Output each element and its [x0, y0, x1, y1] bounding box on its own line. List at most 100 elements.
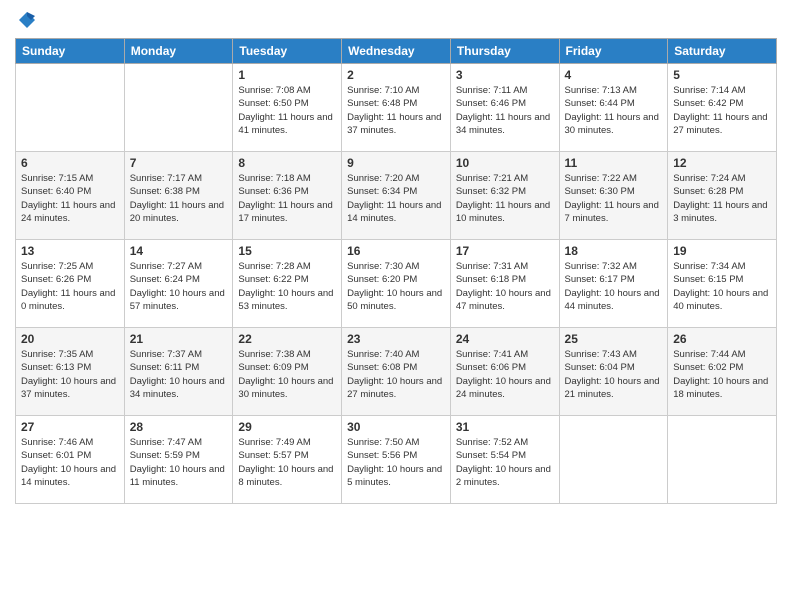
weekday-header: Saturday	[668, 39, 777, 64]
day-number: 10	[456, 156, 554, 170]
day-number: 23	[347, 332, 445, 346]
day-number: 28	[130, 420, 228, 434]
calendar-cell: 30 Sunrise: 7:50 AM Sunset: 5:56 PM Dayli…	[342, 416, 451, 504]
day-number: 15	[238, 244, 336, 258]
day-number: 18	[565, 244, 663, 258]
day-info: Sunrise: 7:18 AM Sunset: 6:36 PM Dayligh…	[238, 172, 336, 225]
logo-text	[15, 10, 37, 30]
calendar: SundayMondayTuesdayWednesdayThursdayFrid…	[15, 38, 777, 504]
logo-icon	[17, 10, 37, 30]
calendar-cell: 17 Sunrise: 7:31 AM Sunset: 6:18 PM Dayli…	[450, 240, 559, 328]
calendar-week-row: 13 Sunrise: 7:25 AM Sunset: 6:26 PM Dayli…	[16, 240, 777, 328]
weekday-header: Tuesday	[233, 39, 342, 64]
calendar-cell: 16Sunrise: 7:30 AM Sunset: 6:20 PM Dayli…	[342, 240, 451, 328]
day-number: 7	[130, 156, 228, 170]
day-number: 3	[456, 68, 554, 82]
day-number: 17	[456, 244, 554, 258]
calendar-cell: 20 Sunrise: 7:35 AM Sunset: 6:13 PM Dayli…	[16, 328, 125, 416]
day-number: 30	[347, 420, 445, 434]
calendar-cell: 22Sunrise: 7:38 AM Sunset: 6:09 PM Dayli…	[233, 328, 342, 416]
day-info: Sunrise: 7:31 AM Sunset: 6:18 PM Dayligh…	[456, 260, 554, 313]
calendar-cell: 4Sunrise: 7:13 AM Sunset: 6:44 PM Daylig…	[559, 64, 668, 152]
day-number: 25	[565, 332, 663, 346]
day-info: Sunrise: 7:14 AM Sunset: 6:42 PM Dayligh…	[673, 84, 771, 137]
calendar-cell: 23 Sunrise: 7:40 AM Sunset: 6:08 PM Dayli…	[342, 328, 451, 416]
day-info: Sunrise: 7:49 AM Sunset: 5:57 PM Dayligh…	[238, 436, 336, 489]
day-number: 9	[347, 156, 445, 170]
day-number: 22	[238, 332, 336, 346]
day-number: 8	[238, 156, 336, 170]
day-number: 24	[456, 332, 554, 346]
weekday-header: Thursday	[450, 39, 559, 64]
calendar-cell: 27Sunrise: 7:46 AM Sunset: 6:01 PM Dayli…	[16, 416, 125, 504]
calendar-cell: 15 Sunrise: 7:28 AM Sunset: 6:22 PM Dayli…	[233, 240, 342, 328]
day-number: 26	[673, 332, 771, 346]
calendar-cell: 14Sunrise: 7:27 AM Sunset: 6:24 PM Dayli…	[124, 240, 233, 328]
calendar-week-row: 20 Sunrise: 7:35 AM Sunset: 6:13 PM Dayli…	[16, 328, 777, 416]
calendar-cell: 13 Sunrise: 7:25 AM Sunset: 6:26 PM Dayli…	[16, 240, 125, 328]
calendar-cell: 1Sunrise: 7:08 AM Sunset: 6:50 PM Daylig…	[233, 64, 342, 152]
calendar-cell: 29 Sunrise: 7:49 AM Sunset: 5:57 PM Dayli…	[233, 416, 342, 504]
calendar-cell: 5 Sunrise: 7:14 AM Sunset: 6:42 PM Daylig…	[668, 64, 777, 152]
calendar-cell: 3Sunrise: 7:11 AM Sunset: 6:46 PM Daylig…	[450, 64, 559, 152]
day-number: 13	[21, 244, 119, 258]
weekday-header: Wednesday	[342, 39, 451, 64]
day-info: Sunrise: 7:44 AM Sunset: 6:02 PM Dayligh…	[673, 348, 771, 401]
weekday-header: Sunday	[16, 39, 125, 64]
weekday-row: SundayMondayTuesdayWednesdayThursdayFrid…	[16, 39, 777, 64]
day-info: Sunrise: 7:22 AM Sunset: 6:30 PM Dayligh…	[565, 172, 663, 225]
weekday-header: Monday	[124, 39, 233, 64]
calendar-cell: 8 Sunrise: 7:18 AM Sunset: 6:36 PM Daylig…	[233, 152, 342, 240]
day-info: Sunrise: 7:30 AM Sunset: 6:20 PM Dayligh…	[347, 260, 445, 313]
day-info: Sunrise: 7:20 AM Sunset: 6:34 PM Dayligh…	[347, 172, 445, 225]
day-number: 20	[21, 332, 119, 346]
day-info: Sunrise: 7:21 AM Sunset: 6:32 PM Dayligh…	[456, 172, 554, 225]
calendar-cell	[16, 64, 125, 152]
day-number: 31	[456, 420, 554, 434]
calendar-body: 1Sunrise: 7:08 AM Sunset: 6:50 PM Daylig…	[16, 64, 777, 504]
day-number: 12	[673, 156, 771, 170]
day-info: Sunrise: 7:40 AM Sunset: 6:08 PM Dayligh…	[347, 348, 445, 401]
day-number: 6	[21, 156, 119, 170]
calendar-cell: 25 Sunrise: 7:43 AM Sunset: 6:04 PM Dayli…	[559, 328, 668, 416]
calendar-cell: 24 Sunrise: 7:41 AM Sunset: 6:06 PM Dayli…	[450, 328, 559, 416]
day-info: Sunrise: 7:08 AM Sunset: 6:50 PM Dayligh…	[238, 84, 336, 137]
calendar-cell: 6 Sunrise: 7:15 AM Sunset: 6:40 PM Daylig…	[16, 152, 125, 240]
day-info: Sunrise: 7:34 AM Sunset: 6:15 PM Dayligh…	[673, 260, 771, 313]
day-info: Sunrise: 7:37 AM Sunset: 6:11 PM Dayligh…	[130, 348, 228, 401]
weekday-header: Friday	[559, 39, 668, 64]
day-number: 19	[673, 244, 771, 258]
day-info: Sunrise: 7:47 AM Sunset: 5:59 PM Dayligh…	[130, 436, 228, 489]
day-info: Sunrise: 7:15 AM Sunset: 6:40 PM Dayligh…	[21, 172, 119, 225]
calendar-cell: 12Sunrise: 7:24 AM Sunset: 6:28 PM Dayli…	[668, 152, 777, 240]
day-number: 2	[347, 68, 445, 82]
day-number: 27	[21, 420, 119, 434]
calendar-cell: 19 Sunrise: 7:34 AM Sunset: 6:15 PM Dayli…	[668, 240, 777, 328]
day-number: 5	[673, 68, 771, 82]
calendar-cell: 21Sunrise: 7:37 AM Sunset: 6:11 PM Dayli…	[124, 328, 233, 416]
day-info: Sunrise: 7:35 AM Sunset: 6:13 PM Dayligh…	[21, 348, 119, 401]
day-info: Sunrise: 7:32 AM Sunset: 6:17 PM Dayligh…	[565, 260, 663, 313]
calendar-cell: 31 Sunrise: 7:52 AM Sunset: 5:54 PM Dayli…	[450, 416, 559, 504]
calendar-cell: 11 Sunrise: 7:22 AM Sunset: 6:30 PM Dayli…	[559, 152, 668, 240]
calendar-cell: 18 Sunrise: 7:32 AM Sunset: 6:17 PM Dayli…	[559, 240, 668, 328]
day-number: 14	[130, 244, 228, 258]
day-info: Sunrise: 7:25 AM Sunset: 6:26 PM Dayligh…	[21, 260, 119, 313]
calendar-cell	[124, 64, 233, 152]
day-info: Sunrise: 7:28 AM Sunset: 6:22 PM Dayligh…	[238, 260, 336, 313]
calendar-cell: 26 Sunrise: 7:44 AM Sunset: 6:02 PM Dayli…	[668, 328, 777, 416]
day-number: 11	[565, 156, 663, 170]
calendar-cell	[668, 416, 777, 504]
calendar-week-row: 1Sunrise: 7:08 AM Sunset: 6:50 PM Daylig…	[16, 64, 777, 152]
day-number: 29	[238, 420, 336, 434]
logo	[15, 10, 37, 30]
day-info: Sunrise: 7:52 AM Sunset: 5:54 PM Dayligh…	[456, 436, 554, 489]
calendar-cell: 9 Sunrise: 7:20 AM Sunset: 6:34 PM Daylig…	[342, 152, 451, 240]
day-info: Sunrise: 7:43 AM Sunset: 6:04 PM Dayligh…	[565, 348, 663, 401]
page: SundayMondayTuesdayWednesdayThursdayFrid…	[0, 0, 792, 612]
calendar-cell: 7 Sunrise: 7:17 AM Sunset: 6:38 PM Daylig…	[124, 152, 233, 240]
calendar-header: SundayMondayTuesdayWednesdayThursdayFrid…	[16, 39, 777, 64]
day-info: Sunrise: 7:17 AM Sunset: 6:38 PM Dayligh…	[130, 172, 228, 225]
day-info: Sunrise: 7:41 AM Sunset: 6:06 PM Dayligh…	[456, 348, 554, 401]
day-info: Sunrise: 7:50 AM Sunset: 5:56 PM Dayligh…	[347, 436, 445, 489]
